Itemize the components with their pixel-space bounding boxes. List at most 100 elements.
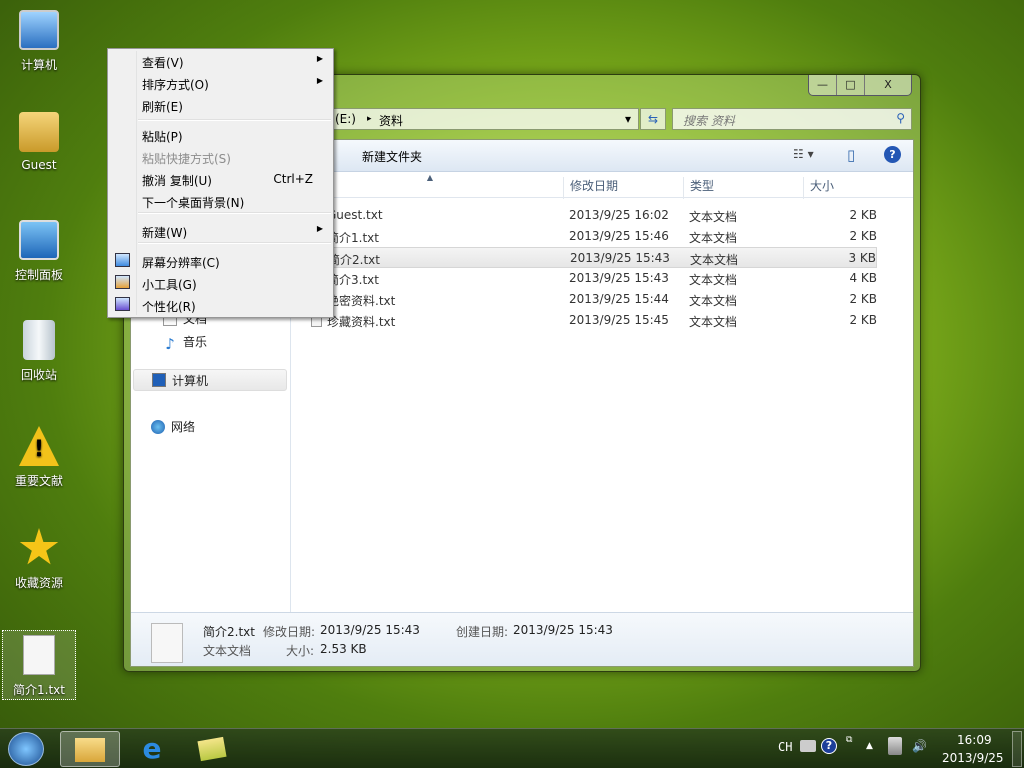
icon-label: 收藏资源 [14,576,63,590]
clock-time[interactable]: 16:09 [957,733,992,747]
gadget-icon [197,736,227,762]
file-name: 珍藏资料.txt [327,315,396,329]
file-size: 2 KB [849,313,877,327]
details-created-label: 创建日期: [456,625,509,639]
submenu-arrow-icon: ▶ [316,54,323,63]
menu-item-gadgets[interactable]: 小工具(G) [110,272,331,294]
column-headers: ▲ 修改日期 类型 大小 [291,172,913,199]
taskbar-ie[interactable]: e [122,731,182,767]
file-name: 简介3.txt [327,273,379,287]
file-list: ▲ 修改日期 类型 大小 Guest.txt 2013/9/25 16:02 文… [291,172,913,612]
menu-item-label: 排序方式(O) [142,78,209,92]
volume-icon[interactable]: 🔊 [912,739,927,753]
file-row[interactable]: 简介1.txt 2013/9/25 15:46 文本文档 2 KB [307,226,877,247]
nav-music[interactable]: ♪ 音乐 [163,333,207,353]
help-icon[interactable]: ? [821,738,837,754]
file-size: 3 KB [848,251,876,265]
menu-item-personalize[interactable]: 个性化(R) [110,294,331,316]
menu-item-screen-resolution[interactable]: 屏幕分辨率(C) [110,250,331,272]
nav-network[interactable]: 网络 [151,418,195,435]
clock-date[interactable]: 2013/9/25 [942,751,1004,765]
menu-item-paste-shortcut[interactable]: 粘贴快捷方式(S) [110,146,331,168]
file-name: 简介1.txt [327,231,379,245]
file-row[interactable]: 珍藏资料.txt 2013/9/25 15:45 文本文档 2 KB [307,310,877,331]
menu-item-new[interactable]: 新建(W) ▶ [110,220,331,242]
desktop-icon-recycle-bin[interactable]: 回收站 [4,320,74,383]
nav-computer[interactable]: 计算机 [133,369,287,391]
menu-item-sort-by[interactable]: 排序方式(O) ▶ [110,72,331,94]
menu-item-undo-copy[interactable]: 撤消 复制(U) Ctrl+Z [110,168,331,190]
view-options-icon[interactable]: ☷ ▾ [793,147,814,161]
breadcrumb-separator[interactable]: ▸ [367,114,372,124]
desktop-icon-guest[interactable]: Guest [4,112,74,172]
details-modified: 2013/9/25 15:43 [320,623,420,637]
address-dropdown-icon[interactable]: ▾ [625,112,631,126]
file-row[interactable]: 简介2.txt 2013/9/25 15:43 文本文档 3 KB [307,247,877,268]
network-status-icon[interactable] [888,737,902,755]
folder-icon [75,738,105,762]
file-date: 2013/9/25 15:46 [569,229,669,243]
menu-item-view[interactable]: 查看(V) ▶ [110,50,331,72]
maximize-button[interactable]: □ [837,75,865,95]
close-button[interactable]: X [865,75,911,95]
column-header-size[interactable]: 大小 [803,177,883,199]
details-filename: 简介2.txt [203,625,255,639]
personalize-icon [115,297,130,311]
menu-item-paste[interactable]: 粘贴(P) [110,124,331,146]
file-type: 文本文档 [690,253,739,267]
desktop-icon-important-docs[interactable]: ! 重要文献 [4,426,74,489]
file-date: 2013/9/25 15:45 [569,313,669,327]
search-input[interactable]: 搜索 资料 ⚲ [672,108,912,130]
computer-icon [152,373,166,387]
column-header-type[interactable]: 类型 [683,177,803,199]
show-desktop-button[interactable] [1012,731,1022,767]
language-bar-icon[interactable]: ⧉ [846,735,852,745]
file-row[interactable]: 绝密资料.txt 2013/9/25 15:44 文本文档 2 KB [307,289,877,310]
screen-resolution-icon [115,253,130,267]
start-button[interactable] [8,732,44,766]
icon-label: 回收站 [20,368,57,382]
details-size-label: 大小: [286,644,315,658]
column-header-date[interactable]: 修改日期 [563,177,683,199]
breadcrumb-drive[interactable]: (E:) [335,112,356,126]
file-date: 2013/9/25 15:43 [570,251,670,265]
desktop-icon-intro1-txt[interactable]: 简介1.txt [2,630,76,700]
file-size: 2 KB [849,229,877,243]
star-shortcut-icon [19,528,59,565]
music-note-icon: ♪ [165,334,175,353]
icon-label: 简介1.txt [13,683,65,697]
taskbar-explorer[interactable] [60,731,120,767]
file-row[interactable]: Guest.txt 2013/9/25 16:02 文本文档 2 KB [307,205,877,226]
window-controls: — □ X [808,75,912,96]
file-date: 2013/9/25 15:43 [569,271,669,285]
text-file-icon [151,623,183,663]
menu-item-label: 粘贴快捷方式(S) [142,152,231,166]
icon-label: 控制面板 [14,268,63,282]
file-date: 2013/9/25 15:44 [569,292,669,306]
icon-label: Guest [21,158,57,172]
desktop-icon-control-panel[interactable]: 控制面板 [4,220,74,283]
taskbar-app[interactable] [182,731,242,767]
desktop-icon-computer[interactable]: 计算机 [4,10,74,73]
refresh-icon[interactable]: ⇆ [640,108,666,130]
search-icon[interactable]: ⚲ [896,111,905,125]
menu-item-label: 新建(W) [142,226,188,240]
menu-separator [138,242,331,244]
preview-pane-icon[interactable]: ▯ [847,146,855,164]
desktop-icon-favorites[interactable]: 收藏资源 [4,528,74,591]
network-icon [151,419,165,434]
file-size: 2 KB [849,208,877,222]
show-hidden-icons[interactable]: ▲ [866,741,873,751]
new-folder-button[interactable]: 新建文件夹 [362,148,422,165]
help-icon[interactable]: ? [884,146,901,163]
menu-item-refresh[interactable]: 刷新(E) [110,94,331,116]
menu-item-next-background[interactable]: 下一个桌面背景(N) [110,190,331,212]
keyboard-icon[interactable] [800,740,816,752]
file-size: 2 KB [849,292,877,306]
language-indicator[interactable]: CH [778,740,792,754]
file-type: 文本文档 [689,294,738,308]
minimize-button[interactable]: — [809,75,837,95]
breadcrumb-folder[interactable]: 资料 [379,112,403,129]
file-row[interactable]: 简介3.txt 2013/9/25 15:43 文本文档 4 KB [307,268,877,289]
menu-shortcut: Ctrl+Z [273,172,313,186]
